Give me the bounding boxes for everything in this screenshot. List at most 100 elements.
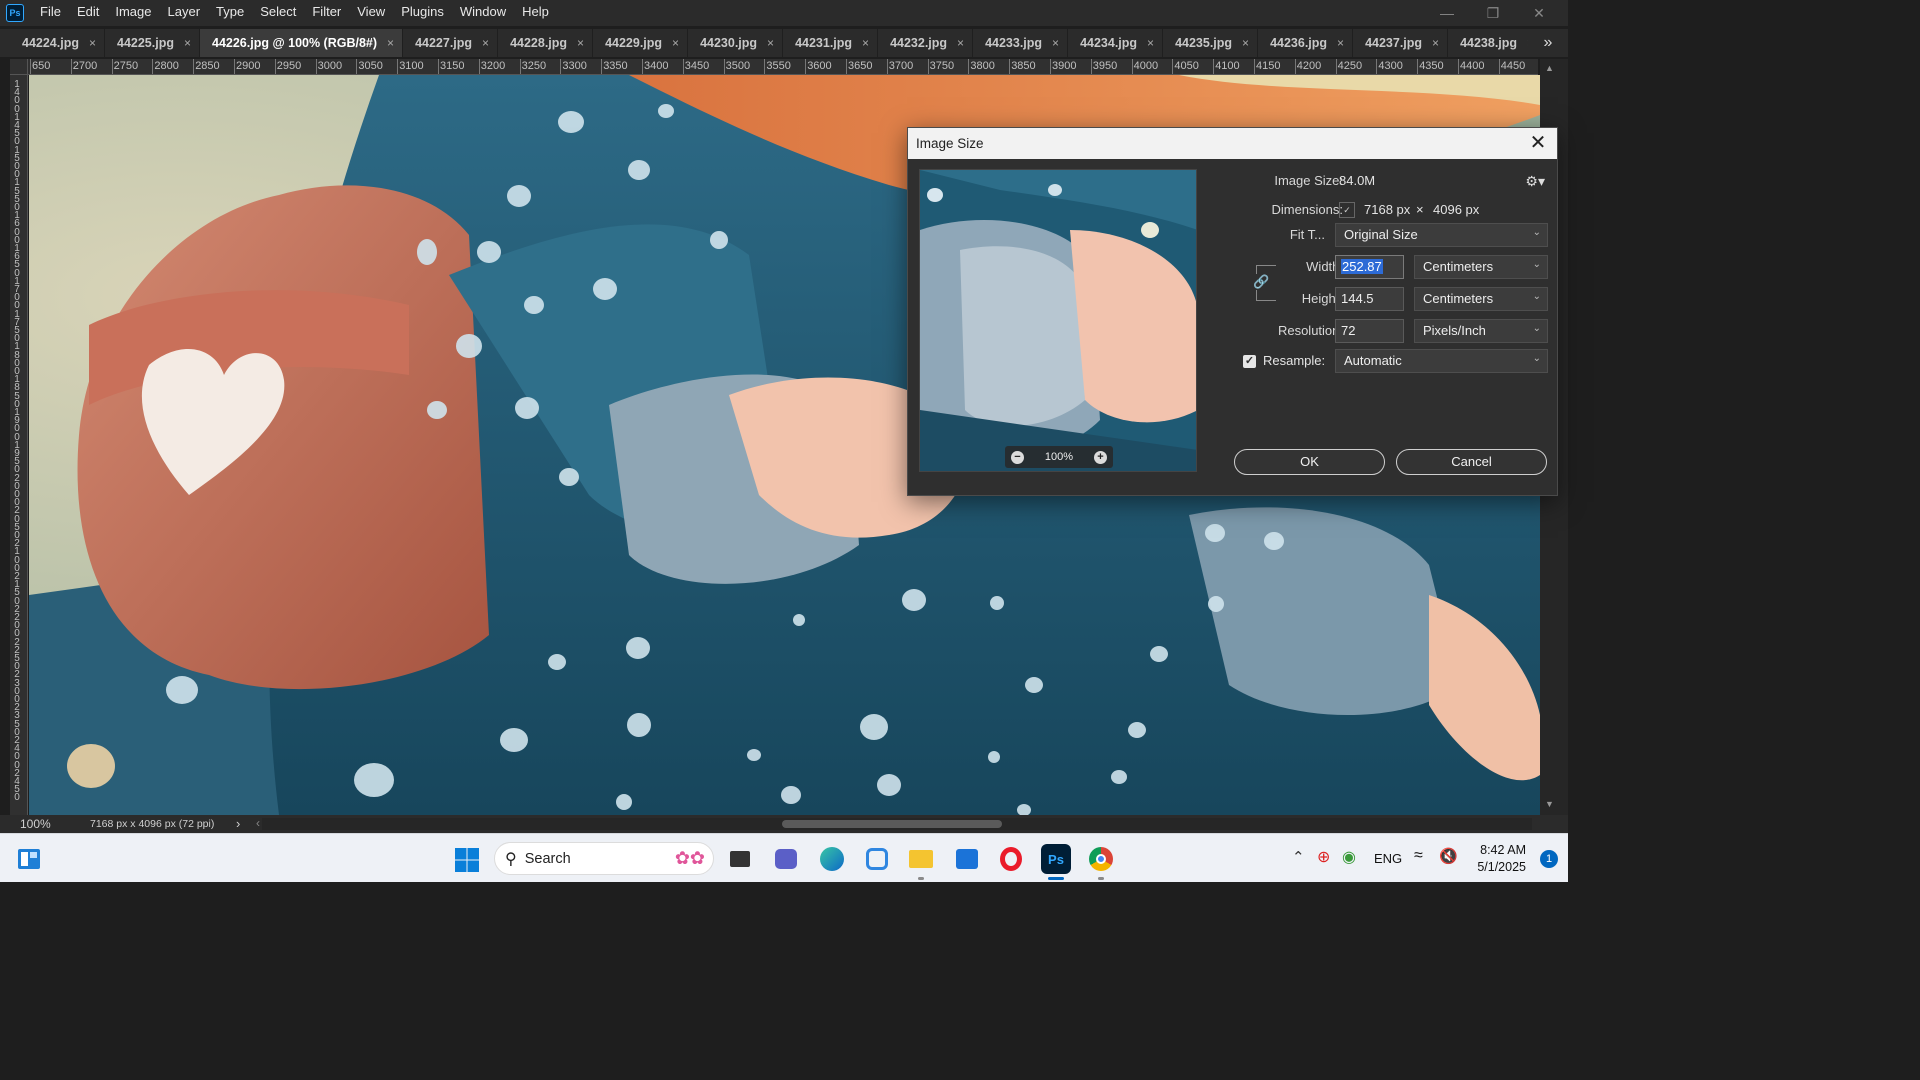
width-unit-dropdown[interactable]: Centimeters ⌄ — [1414, 255, 1548, 279]
document-tab[interactable]: 44224.jpg × — [0, 29, 105, 57]
tab-close-icon[interactable]: × — [184, 36, 191, 50]
zoom-in-icon[interactable]: + — [1093, 450, 1107, 464]
file-explorer-icon[interactable] — [906, 844, 936, 874]
document-tab[interactable]: 44228.jpg × — [498, 29, 594, 57]
resample-checkbox[interactable]: ✓ — [1243, 355, 1256, 368]
minimize-icon[interactable]: — — [1424, 0, 1470, 26]
document-info[interactable]: 7168 px x 4096 px (72 ppi) — [90, 818, 230, 830]
tab-close-icon[interactable]: × — [672, 36, 679, 50]
document-tab[interactable]: 44233.jpg × — [973, 29, 1069, 57]
image-preview[interactable]: − 100% + — [919, 169, 1197, 472]
document-tab[interactable]: 44225.jpg × — [105, 29, 200, 57]
horizontal-scroll-thumb[interactable] — [782, 820, 1002, 828]
globe-tray-icon[interactable]: ◉ — [1342, 847, 1356, 867]
tab-close-icon[interactable]: × — [1432, 36, 1439, 50]
document-tab[interactable]: 44236.jpg × — [1258, 29, 1354, 57]
ruler-tick-label: 2950 — [274, 59, 302, 74]
menu-window[interactable]: Window — [452, 0, 514, 26]
resolution-input[interactable]: 72 — [1335, 319, 1404, 343]
scroll-left-icon[interactable]: ‹ — [256, 816, 260, 830]
ruler-tick-label: 3300 — [560, 59, 587, 74]
document-tab[interactable]: 44235.jpg × — [1163, 29, 1259, 57]
menu-file[interactable]: File — [32, 0, 69, 26]
tab-label: 44224.jpg — [22, 36, 79, 50]
tab-label: 44227.jpg — [415, 36, 473, 50]
document-tab[interactable]: 44234.jpg × — [1068, 29, 1164, 57]
tab-close-icon[interactable]: × — [767, 36, 774, 50]
dialog-close-icon[interactable]: ✕ — [1527, 132, 1549, 154]
photoshop-icon[interactable]: Ps — [1041, 844, 1071, 874]
menu-edit[interactable]: Edit — [69, 0, 107, 26]
resolution-unit-dropdown[interactable]: Pixels/Inch ⌄ — [1414, 319, 1548, 343]
task-view-icon[interactable] — [725, 844, 755, 874]
scroll-up-icon[interactable]: ▲ — [1545, 63, 1554, 73]
horizontal-scrollbar[interactable]: ‹ — [256, 816, 1532, 830]
maximize-icon[interactable]: ❐ — [1470, 0, 1516, 26]
document-tab[interactable]: 44232.jpg × — [878, 29, 974, 57]
resample-dropdown[interactable]: Automatic ⌄ — [1335, 349, 1548, 373]
tab-close-icon[interactable]: × — [1337, 36, 1344, 50]
tab-close-icon[interactable]: × — [482, 36, 489, 50]
menu-type[interactable]: Type — [208, 0, 252, 26]
document-tab[interactable]: 44229.jpg × — [593, 29, 689, 57]
lens-icon[interactable] — [862, 844, 892, 874]
ok-button[interactable]: OK — [1234, 449, 1385, 475]
menu-plugins[interactable]: Plugins — [393, 0, 452, 26]
close-window-icon[interactable]: ✕ — [1516, 0, 1562, 26]
height-input[interactable]: 144.5 — [1335, 287, 1404, 311]
constrain-proportions-link-icon[interactable]: 🔗 — [1253, 274, 1269, 290]
teams-icon[interactable] — [771, 844, 801, 874]
menu-bar: Ps File Edit Image Layer Type Select Filter Vie… — [0, 0, 1568, 26]
edge-icon[interactable] — [817, 844, 847, 874]
menu-view[interactable]: View — [349, 0, 393, 26]
tab-close-icon[interactable]: × — [1052, 36, 1059, 50]
document-tab[interactable]: 44231.jpg × — [783, 29, 879, 57]
settings-gear-icon[interactable]: ⚙▾ — [1525, 173, 1545, 190]
dimensions-unit-chevron-icon[interactable]: ✓ — [1339, 202, 1355, 218]
search-icon: ⚲ — [505, 850, 517, 868]
tab-close-icon[interactable]: × — [387, 36, 394, 50]
tab-close-icon[interactable]: × — [862, 36, 869, 50]
system-clock[interactable]: 8:42 AM 5/1/2025 — [1477, 842, 1526, 876]
document-tab[interactable]: 44230.jpg × — [688, 29, 784, 57]
fit-to-dropdown[interactable]: Original Size ⌄ — [1335, 223, 1548, 247]
ruler-tick-label: 3050 — [356, 59, 383, 74]
show-hidden-icons-chevron-icon[interactable]: ⌃ — [1292, 848, 1305, 866]
taskbar-search-box[interactable]: ⚲ Search ✿✿ — [494, 842, 714, 875]
ruler-tick-label: 4250 — [1335, 59, 1363, 74]
width-input[interactable]: 252.87 — [1335, 255, 1404, 279]
height-unit-dropdown[interactable]: Centimeters ⌄ — [1414, 287, 1548, 311]
tab-close-icon[interactable]: × — [1147, 36, 1154, 50]
cancel-button[interactable]: Cancel — [1396, 449, 1547, 475]
notification-badge[interactable]: 1 — [1540, 850, 1558, 868]
store-icon[interactable] — [952, 844, 982, 874]
widgets-icon[interactable] — [16, 846, 42, 872]
tab-close-icon[interactable]: × — [577, 36, 584, 50]
wifi-icon[interactable]: ≈ — [1414, 847, 1423, 865]
menu-layer[interactable]: Layer — [160, 0, 209, 26]
tab-close-icon[interactable]: × — [89, 36, 96, 50]
zoom-level[interactable]: 100% — [0, 817, 62, 831]
status-menu-arrow-icon[interactable]: › — [236, 816, 240, 831]
ruler-tick-label: 3900 — [1049, 59, 1077, 74]
language-indicator[interactable]: ENG — [1374, 851, 1402, 866]
document-tab[interactable]: 44227.jpg × — [403, 29, 499, 57]
document-tab[interactable]: 44237.jpg × — [1353, 29, 1449, 57]
zoom-out-icon[interactable]: − — [1011, 450, 1024, 464]
speaker-muted-icon[interactable]: 🔇 — [1439, 847, 1458, 865]
vpn-tray-icon[interactable]: ⊕ — [1317, 847, 1330, 867]
menu-filter[interactable]: Filter — [304, 0, 349, 26]
menu-image[interactable]: Image — [107, 0, 159, 26]
document-tab[interactable]: 44226.jpg @ 100% (RGB/8#) × — [200, 29, 404, 57]
opera-icon[interactable] — [996, 844, 1026, 874]
tab-close-icon[interactable]: × — [957, 36, 964, 50]
tab-overflow-icon[interactable]: » — [1528, 29, 1568, 57]
scroll-down-icon[interactable]: ▼ — [1545, 799, 1554, 809]
menu-help[interactable]: Help — [514, 0, 557, 26]
menu-select[interactable]: Select — [252, 0, 304, 26]
chrome-icon[interactable] — [1086, 844, 1116, 874]
tab-close-icon[interactable]: × — [1242, 36, 1249, 50]
ruler-tick-label: 2750 — [111, 59, 139, 74]
resolution-unit-value: Pixels/Inch — [1423, 323, 1486, 338]
windows-start-icon[interactable] — [454, 847, 480, 873]
